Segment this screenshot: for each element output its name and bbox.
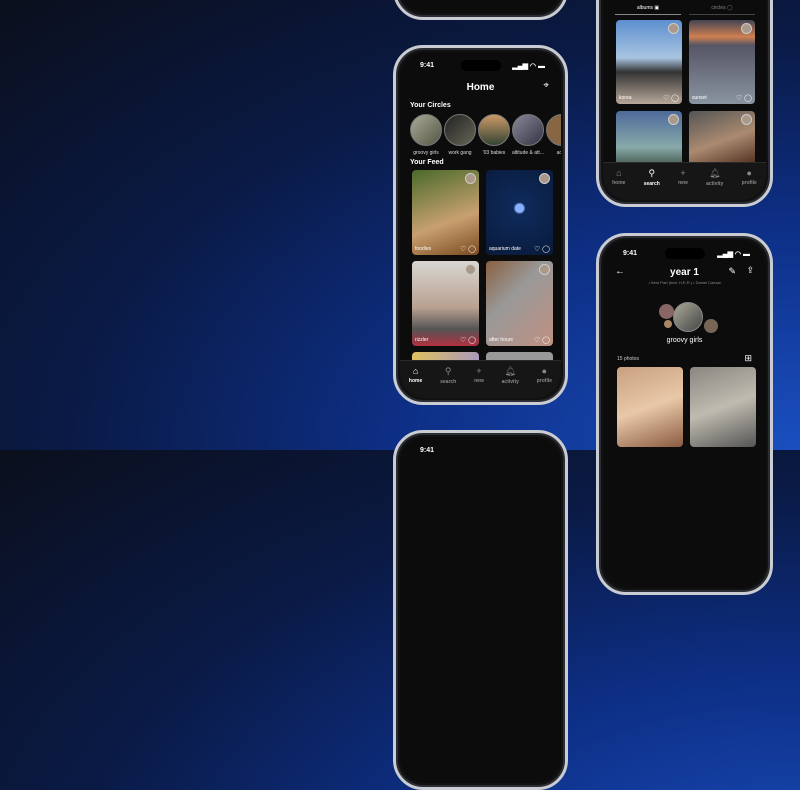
search-icon: ⚲ [444, 366, 452, 376]
nav-activity[interactable]: 🔔︎ activity [706, 168, 723, 200]
home-icon: ⌂ [412, 366, 419, 376]
nav-label: activity [501, 379, 519, 385]
nav-label: home [612, 180, 626, 186]
feed-card[interactable]: after hours ♡ ◯ [486, 261, 553, 346]
like-comment-icons[interactable]: ♡ ◯ [663, 94, 679, 102]
circle-label: '03 babies [482, 150, 506, 156]
person-icon: ● [746, 168, 752, 178]
card-label: rizzler [415, 337, 429, 343]
like-comment-icons[interactable]: ♡ ◯ [460, 336, 476, 344]
member-avatar [659, 304, 674, 319]
like-comment-icons[interactable]: ♡ ◯ [534, 245, 550, 253]
phone-album: 9:41 ▂▄▆ ◠ ▬ ← year 1 ♪ Best Part (feat. … [596, 233, 773, 595]
nav-label: home [408, 378, 423, 384]
song-text: Best Part (feat. H.E.R.) • Daniel Caesar [651, 280, 721, 285]
phone-partial-top [393, 0, 568, 20]
like-comment-icons[interactable]: ♡ ◯ [736, 94, 752, 102]
nav-label: profile [536, 378, 553, 384]
status-icons: ▂▄▆ ◠ ▬ [512, 63, 545, 70]
status-time: 9:41 [420, 62, 435, 69]
album-title: year 1 [670, 267, 699, 278]
member-avatar [704, 319, 718, 333]
home-icon: ⌂ [616, 168, 622, 178]
nav-label: new [678, 180, 688, 186]
circle-item[interactable]: altitude & att... [512, 114, 544, 156]
nav-label: activity [706, 181, 724, 187]
photo[interactable] [690, 367, 756, 447]
plus-icon: + [680, 168, 686, 178]
card-label: sunset [692, 95, 707, 101]
nav-home[interactable]: ⌂ home [409, 366, 422, 398]
card-label: foodies [415, 246, 432, 252]
circle-item[interactable]: groovy girls [410, 114, 442, 156]
circle-label: work gang [448, 150, 472, 156]
photo[interactable] [617, 367, 683, 447]
nav-label: search [440, 379, 457, 385]
location-pin-icon[interactable]: ⌖ [543, 80, 549, 91]
nav-label: profile [741, 180, 757, 186]
album-card[interactable]: sunset ♡ ◯ [689, 20, 755, 104]
like-comment-icons[interactable]: ♡ ◯ [534, 336, 550, 344]
nav-new[interactable]: + new [474, 366, 484, 398]
circle-label: adve [556, 150, 561, 156]
circle-label: altitude & att... [512, 150, 544, 156]
plus-icon: + [476, 366, 482, 376]
nav-label: new [474, 378, 484, 384]
tab-albums[interactable]: albums ▣ [615, 5, 681, 15]
circle-name: groovy girls [666, 337, 703, 344]
phone-home: 9:41 ▂▄▆ ◠ ▬ Home ⌖ Your Circles groovy g… [393, 45, 568, 405]
nav-new[interactable]: + new [678, 168, 688, 200]
bottom-nav: ⌂ home ⚲ search + new 🔔︎ activity ● profile [603, 162, 766, 200]
search-icon: ⚲ [648, 168, 656, 178]
person-icon: ● [541, 366, 548, 376]
share-icon[interactable]: ⇪ [746, 265, 754, 276]
bell-icon: 🔔︎ [708, 168, 721, 178]
tab-circles[interactable]: circles ◯ [689, 5, 755, 15]
edit-pencil-icon[interactable]: ✎ [728, 266, 736, 277]
nav-home[interactable]: ⌂ home [612, 168, 625, 200]
page-title: Home [466, 82, 495, 93]
phone-partial-bottom: 9:41 [393, 430, 568, 790]
bell-icon: 🔔︎ [504, 366, 516, 376]
feed-heading: Your Feed [410, 159, 444, 166]
circle-item[interactable]: adve [546, 114, 561, 156]
feed-card[interactable]: foodies ♡ ◯ [412, 170, 479, 255]
nav-profile[interactable]: ● profile [742, 168, 757, 200]
status-icons: ▂▄▆ ◠ ▬ [717, 251, 750, 258]
nav-label: search [643, 181, 660, 187]
nav-search[interactable]: ⚲ search [440, 366, 456, 398]
circle-label: groovy girls [413, 150, 439, 156]
card-label: after hours [489, 337, 513, 343]
feed-card[interactable]: aquarium date ♡ ◯ [486, 170, 553, 255]
circle-item[interactable]: work gang [444, 114, 476, 156]
nav-search[interactable]: ⚲ search [644, 168, 660, 200]
photo-count: 15 photos [617, 356, 639, 362]
bottom-nav: ⌂ home ⚲ search + new 🔔︎ activity ● profile [400, 360, 561, 398]
status-time: 9:41 [420, 447, 435, 454]
album-card[interactable]: korea ♡ ◯ [616, 20, 682, 104]
album-song: ♪ Best Part (feat. H.E.R.) • Daniel Caes… [648, 280, 721, 285]
circles-heading: Your Circles [410, 102, 451, 109]
nav-activity[interactable]: 🔔︎ activity [502, 366, 519, 398]
tab-label: circles [711, 5, 726, 11]
grid-view-icon[interactable]: ⊞ [744, 353, 752, 364]
tab-label: albums [636, 5, 653, 11]
card-label: aquarium date [489, 246, 521, 252]
phone-search: albums ▣ circles ◯ korea ♡ ◯ sunset ♡ ◯ ⌂ h… [596, 0, 773, 207]
like-comment-icons[interactable]: ♡ ◯ [460, 245, 476, 253]
feed-card[interactable]: rizzler ♡ ◯ [412, 261, 479, 346]
card-label: korea [619, 95, 632, 101]
nav-profile[interactable]: ● profile [537, 366, 552, 398]
member-avatar [664, 320, 672, 328]
circle-item[interactable]: '03 babies [478, 114, 510, 156]
status-time: 9:41 [623, 250, 638, 257]
circle-avatar [673, 302, 703, 332]
